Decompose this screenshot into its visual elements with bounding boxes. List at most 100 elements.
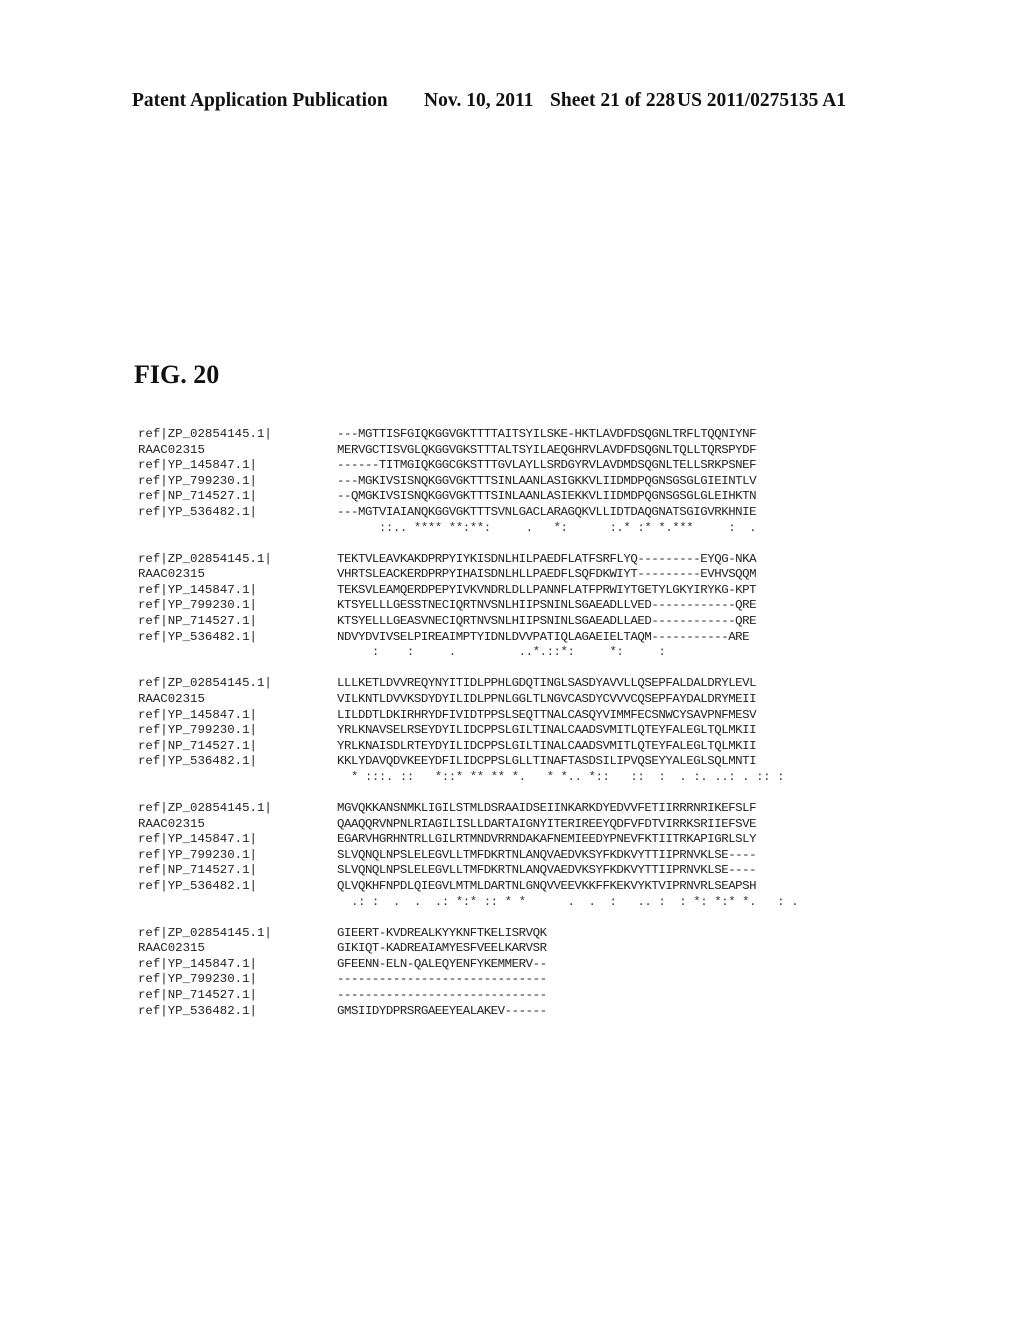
sequence-id: ref|YP_145847.1| (138, 458, 257, 473)
alignment-row: RAAC02315 VHRTSLEACKERDPRPYIHAISDNLHLLPAE… (138, 567, 798, 583)
consensus-symbols: ::.. **** **:**: . *: :.* :* *.*** : . (337, 520, 764, 535)
alignment-row: ref|ZP_02854145.1| TEKTVLEAVKAKDPRPYIYKIS… (138, 552, 798, 568)
sequence-residues: KKLYDAVQDVKEEYDFILIDCPPSLGLLTINAFTASDSIL… (337, 754, 757, 769)
alignment-row: ref|YP_799230.1| SLVQNQLNPSLELEGVLLTMFDKR… (138, 848, 798, 864)
figure-title: FIG. 20 (134, 360, 220, 389)
sequence-id: ref|NP_714527.1| (138, 988, 257, 1002)
sequence-residues: QLVQKHFNPDLQIEGVLMTMLDARTNLGNQVVEEVKKFFK… (337, 878, 757, 893)
alignment-row: ref|ZP_02854145.1| LLLKETLDVVREQYNYITIDLP… (138, 676, 798, 692)
sequence-residues: --QMGKIVSISNQKGGVGKTTTSINLAANLASIEKKVLII… (337, 489, 757, 504)
consensus-row: : : . ..*.::*: *: : (138, 645, 798, 661)
sequence-id: ref|YP_799230.1| (138, 473, 257, 488)
alignment-row: ref|YP_536482.1| QLVQKHFNPDLQIEGVLMTMLDAR… (138, 879, 798, 895)
sequence-id: ref|NP_714527.1| (138, 489, 257, 504)
consensus-row: * :::. :: *::* ** ** *. * *.. *:: :: : .… (138, 770, 798, 786)
consensus-label-spacer (138, 521, 337, 537)
sequence-residues: LLLKETLDVVREQYNYITIDLPPHLGDQTINGLSASDYAV… (337, 676, 757, 691)
sequence-id: ref|ZP_02854145.1| (138, 925, 272, 940)
sequence-id: ref|YP_536482.1| (138, 878, 257, 893)
sequence-id: RAAC02315 (138, 567, 205, 582)
consensus-label-spacer (138, 1019, 337, 1035)
sequence-id: ref|YP_145847.1| (138, 956, 257, 971)
alignment-row: ref|NP_714527.1| ------------------------… (138, 988, 798, 1004)
publication-date: Nov. 10, 2011 (424, 90, 534, 111)
alignment-row: RAAC02315 GIKIQT-KADREAIAMYESFVEELKARVSR (138, 941, 798, 957)
sequence-residues: ------TITMGIQKGGCGKSTTTGVLAYLLSRDGYRVLAV… (337, 458, 757, 473)
alignment-row: ref|YP_145847.1| EGARVHGRHNTRLLGILRTMNDVR… (138, 832, 798, 848)
sequence-residues: ------------------------------ (337, 988, 547, 1002)
sequence-residues: LILDDTLDKIRHRYDFIVIDTPPSLSEQTTNALCASQYVI… (337, 707, 757, 722)
sheet-number: Sheet 21 of 228 (550, 90, 676, 111)
alignment-row: ref|NP_714527.1| SLVQNQLNPSLELEGVLLTMFDKR… (138, 863, 798, 879)
alignment-block: ref|ZP_02854145.1| GIEERT-KVDREALKYYKNFTK… (138, 926, 798, 1035)
sequence-residues: MERVGCTISVGLQKGGVGKSTTTALTSYILAEQGHRVLAV… (337, 442, 757, 457)
consensus-symbols: * :::. :: *::* ** ** *. * *.. *:: :: : .… (337, 769, 785, 784)
sequence-id: ref|YP_145847.1| (138, 832, 257, 847)
alignment-row: ref|YP_536482.1| GMSIIDYDPRSRGAEEYEALAKEV… (138, 1004, 798, 1020)
alignment-row: ref|YP_145847.1| GFEENN-ELN-QALEQYENFYKEM… (138, 957, 798, 973)
sequence-residues: SLVQNQLNPSLELEGVLLTMFDKRTNLANQVAEDVKSYFK… (337, 863, 757, 878)
alignment-block: ref|ZP_02854145.1| LLLKETLDVVREQYNYITIDLP… (138, 676, 798, 785)
sequence-id: ref|YP_799230.1| (138, 598, 257, 613)
sequence-id: ref|YP_799230.1| (138, 972, 257, 987)
sequence-residues: SLVQNQLNPSLELEGVLLTMFDKRTNLANQVAEDVKSYFK… (337, 847, 757, 862)
sequence-residues: GIKIQT-KADREAIAMYESFVEELKARVSR (337, 941, 547, 956)
sequence-residues: ---MGKIVSISNQKGGVGKTTTSINLAANLASIGKKVLII… (337, 473, 757, 488)
consensus-row: ::.. **** **:**: . *: :.* :* *.*** : . (138, 521, 798, 537)
sequence-residues: GMSIIDYDPRSRGAEEYEALAKEV------ (337, 1003, 547, 1018)
sequence-id: ref|YP_536482.1| (138, 754, 257, 769)
sequence-id: ref|NP_714527.1| (138, 863, 257, 878)
alignment-row: ref|ZP_02854145.1| GIEERT-KVDREALKYYKNFTK… (138, 926, 798, 942)
alignment-row: ref|YP_145847.1| LILDDTLDKIRHRYDFIVIDTPPS… (138, 708, 798, 724)
sequence-id: ref|YP_536482.1| (138, 1003, 257, 1018)
sequence-id: ref|YP_799230.1| (138, 723, 257, 738)
alignment-row: ref|YP_799230.1| ------------------------… (138, 972, 798, 988)
consensus-row (138, 1019, 798, 1035)
alignment-block: ref|ZP_02854145.1| TEKTVLEAVKAKDPRPYIYKIS… (138, 552, 798, 661)
consensus-label-spacer (138, 770, 337, 786)
sequence-residues: NDVYDVIVSELPIREAIMPTYIDNLDVVPATIQLAGAEIE… (337, 629, 750, 644)
sequence-id: RAAC02315 (138, 816, 205, 831)
consensus-symbols: .: : . . .: *:* :: * * . . : .. : : *: *… (337, 894, 799, 909)
sequence-residues: EGARVHGRHNTRLLGILRTMNDVRRNDAKAFNEMIEEDYP… (337, 832, 757, 847)
sequence-residues: ---MGTVIAIANQKGGVGKTTTSVNLGACLARAGQKVLLI… (337, 504, 757, 519)
alignment-row: ref|YP_536482.1| NDVYDVIVSELPIREAIMPTYIDN… (138, 630, 798, 646)
sequence-alignment: ref|ZP_02854145.1| ---MGTTISFGIQKGGVGKTTT… (138, 427, 799, 1050)
sequence-residues: YRLKNAVSELRSEYDYILIDCPPSLGILTINALCAADSVM… (337, 723, 757, 738)
alignment-row: ref|NP_714527.1| KTSYELLLGEASVNECIQRTNVSN… (138, 614, 798, 630)
sequence-id: ref|NP_714527.1| (138, 614, 257, 629)
sequence-residues: VHRTSLEACKERDPRPYIHAISDNLHLLPAEDFLSQFDKW… (337, 567, 757, 582)
alignment-row: ref|ZP_02854145.1| MGVQKKANSNMKLIGILSTMLD… (138, 801, 798, 817)
sequence-residues: ---MGTTISFGIQKGGVGKTTTTAITSYILSKE-HKTLAV… (337, 427, 757, 441)
sequence-residues: YRLKNAISDLRTEYDYILIDCPPSLGILTINALCAADSVM… (337, 738, 757, 753)
alignment-row: ref|YP_799230.1| KTSYELLLGESSTNECIQRTNVSN… (138, 598, 798, 614)
consensus-symbols: : : . ..*.::*: *: : (337, 645, 743, 660)
publication-label: Patent Application Publication (132, 90, 388, 111)
sequence-residues: VILKNTLDVVKSDYDYILIDLPPNLGGLTLNGVCASDYCV… (337, 691, 757, 706)
consensus-row: .: : . . .: *:* :: * * . . : .. : : *: *… (138, 894, 799, 911)
patent-number: US 2011/0275135 A1 (677, 90, 847, 111)
sequence-residues: QAAQQRVNPNLRIAGILISLLDARTAIGNYITERIREEYQ… (337, 816, 757, 831)
alignment-row: ref|NP_714527.1| YRLKNAISDLRTEYDYILIDCPPS… (138, 739, 798, 755)
sequence-id: ref|ZP_02854145.1| (138, 551, 272, 566)
sequence-id: ref|YP_799230.1| (138, 847, 257, 862)
sequence-id: ref|YP_536482.1| (138, 629, 257, 644)
sequence-residues: TEKSVLEAMQERDPEPYIVKVNDRLDLLPANNFLATFPRW… (337, 582, 757, 597)
sequence-id: ref|YP_536482.1| (138, 504, 257, 519)
consensus-label-spacer (138, 895, 337, 911)
alignment-row: RAAC02315 QAAQQRVNPNLRIAGILISLLDARTAIGNYI… (138, 817, 798, 833)
consensus-label-spacer (138, 645, 337, 661)
alignment-block: ref|ZP_02854145.1| ---MGTTISFGIQKGGVGKTTT… (138, 427, 798, 536)
alignment-row: ref|YP_536482.1| ---MGTVIAIANQKGGVGKTTTSV… (138, 505, 798, 521)
sequence-residues: ------------------------------ (337, 972, 547, 987)
alignment-row: ref|YP_536482.1| KKLYDAVQDVKEEYDFILIDCPPS… (138, 754, 798, 770)
sequence-residues: GFEENN-ELN-QALEQYENFYKEMMERV-- (337, 956, 547, 971)
sequence-residues: KTSYELLLGEASVNECIQRTNVSNLHIIPSNINLSGAEAD… (337, 614, 757, 629)
sequence-id: RAAC02315 (138, 941, 205, 956)
sequence-id: RAAC02315 (138, 442, 205, 457)
sequence-id: ref|ZP_02854145.1| (138, 800, 272, 815)
sequence-residues: KTSYELLLGESSTNECIQRTNVSNLHIIPSNINLSGAEAD… (337, 598, 757, 613)
alignment-row: ref|ZP_02854145.1| ---MGTTISFGIQKGGVGKTTT… (138, 427, 798, 443)
sequence-id: ref|ZP_02854145.1| (138, 427, 272, 441)
alignment-row: ref|YP_145847.1| TEKSVLEAMQERDPEPYIVKVNDR… (138, 583, 798, 599)
